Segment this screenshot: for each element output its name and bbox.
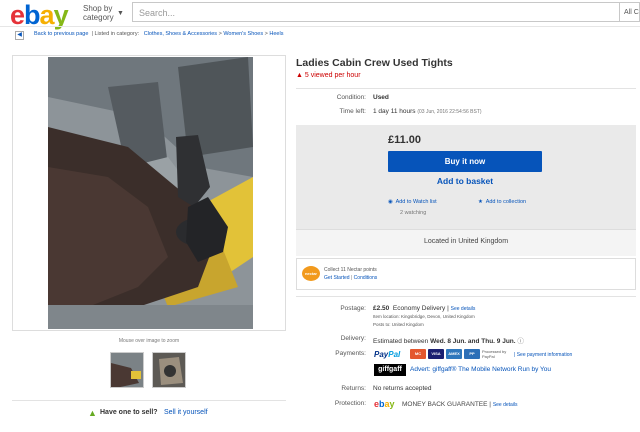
protection-label: Protection:: [334, 400, 366, 407]
watching-count: 2 watching: [400, 210, 427, 216]
add-to-watch-list-link[interactable]: ◉ Add to Watch list: [388, 199, 437, 205]
back-to-previous-link[interactable]: Back to previous page: [34, 31, 88, 37]
delivery-estimate: Estimated between Wed. 8 Jun. and Thu. 9…: [373, 335, 524, 345]
ebay-small-y: y: [389, 399, 395, 409]
time-left-value: 1 day 11 hours (03 Jun, 2016 22:54:56 BS…: [373, 108, 482, 115]
thumbnail-2[interactable]: [152, 352, 186, 388]
visa-icon: VISA: [428, 349, 444, 359]
breadcrumb-sep: >: [218, 31, 222, 37]
giffgaff-advert-link[interactable]: Advert: giffgaff® The Mobile Network Run…: [410, 366, 551, 373]
paypal-logo: PayPal: [374, 350, 400, 359]
postage-label: Postage:: [340, 305, 366, 312]
item-location: Located in United Kingdom: [423, 238, 509, 245]
time-left-date: (03 Jun, 2016 22:54:56 BST): [417, 109, 482, 115]
breadcrumb-womens-shoes[interactable]: Women's Shoes: [223, 31, 263, 37]
breadcrumb-heels[interactable]: Heels: [269, 31, 283, 37]
title-divider: [296, 88, 636, 89]
nectar-box: [296, 258, 636, 290]
thumbnail-1[interactable]: [110, 352, 144, 388]
price: £11.00: [388, 134, 422, 146]
money-back-guarantee: MONEY BACK GUARANTEE | See details: [402, 401, 518, 408]
viewed-per-hour: ▲ 5 viewed per hour: [296, 72, 361, 79]
category-select[interactable]: All C: [620, 2, 640, 22]
star-icon: ★: [478, 199, 483, 205]
flame-icon: ▲: [296, 72, 303, 79]
payments-label: Payments:: [335, 350, 366, 357]
payment-info-text: See payment information: [516, 352, 573, 358]
sell-divider: [12, 400, 286, 401]
back-arrow-icon[interactable]: ◀: [15, 31, 24, 40]
paypal-text-b: Pal: [388, 350, 401, 359]
payment-info-link[interactable]: | See payment information: [514, 352, 572, 358]
postage-price: £2.50: [373, 305, 390, 312]
thumbnail-2-image: [153, 353, 185, 387]
photo-illustration: [48, 57, 253, 329]
item-location-detail: Item location: Kingsbridge, Devon, Unite…: [373, 314, 475, 319]
add-to-collection-link[interactable]: ★ Add to collection: [478, 199, 526, 205]
condition-label: Condition:: [336, 94, 366, 101]
mastercard-icon: MC: [410, 349, 426, 359]
breadcrumb: Back to previous page | Listed in catego…: [34, 31, 283, 37]
info-icon[interactable]: ⓘ: [517, 338, 524, 345]
processed-by-paypal: Processed by PayPal: [482, 349, 507, 359]
delivery-dates: Wed. 8 Jun. and Thu. 9 Jun.: [430, 338, 516, 345]
guarantee-sep: |: [489, 401, 491, 408]
condition-value: Used: [373, 94, 389, 101]
paypal-text-a: Pay: [374, 350, 389, 359]
returns-label: Returns:: [341, 385, 366, 392]
postage-sep: |: [447, 305, 449, 312]
shop-by-line1: Shop by: [83, 4, 113, 13]
nectar-get-started-link[interactable]: Get Started: [324, 275, 350, 281]
watch-list-label: Add to Watch list: [395, 199, 437, 205]
guarantee-see-details-link[interactable]: See details: [493, 402, 518, 408]
ebay-guarantee-logo: ebay: [374, 399, 395, 409]
thumbnail-1-image: [111, 353, 143, 387]
thumbs-up-icon: ▲: [88, 408, 97, 418]
zoom-hint: Mouse over image to zoom: [118, 338, 180, 344]
add-to-basket-button[interactable]: Add to basket: [388, 176, 542, 186]
delivery-label: Delivery:: [340, 335, 366, 342]
buy-it-now-button[interactable]: Buy it now: [388, 151, 542, 172]
posts-to: Posts to: United Kingdom: [373, 322, 424, 327]
postage-see-details-link[interactable]: See details: [451, 306, 476, 312]
nectar-logo: nectar: [302, 266, 320, 281]
postage-service: Economy Delivery: [392, 305, 446, 312]
viewed-text: 5 viewed per hour: [304, 72, 361, 79]
listed-in-label: | Listed in category:: [91, 31, 140, 37]
returns-value: No returns accepted: [373, 385, 432, 392]
breadcrumb-sep: >: [264, 31, 268, 37]
breadcrumb-clothes[interactable]: Clothes, Shoes & Accessories: [144, 31, 217, 37]
header-divider: [0, 26, 640, 27]
main-product-photo[interactable]: [48, 57, 253, 329]
sell-prompt: Have one to sell?: [100, 409, 158, 416]
sell-it-yourself-link[interactable]: Sell it yourself: [164, 409, 208, 416]
collection-label: Add to collection: [485, 199, 527, 205]
time-left-duration: 1 day 11 hours: [373, 108, 416, 115]
nectar-sep: |: [350, 275, 353, 281]
chevron-down-icon: ▼: [117, 10, 124, 17]
nectar-points: Collect 11 Nectar points: [324, 267, 377, 273]
postage-row: £2.50 Economy Delivery | See details: [373, 305, 475, 312]
search-placeholder: Search...: [139, 8, 176, 18]
shop-by-category-button[interactable]: Shop by category ▼: [83, 4, 124, 22]
guarantee-text: MONEY BACK GUARANTEE: [402, 401, 488, 408]
time-left-label: Time left:: [339, 108, 367, 115]
search-input[interactable]: Search...: [132, 2, 620, 22]
giffgaff-logo[interactable]: giffgaff: [374, 364, 406, 376]
amex-icon: AMEX: [446, 349, 462, 359]
paypal-credit-icon: PP: [464, 349, 480, 359]
shop-by-line2: category: [83, 13, 114, 22]
delivery-text: Estimated between: [373, 338, 429, 345]
nectar-conditions-link[interactable]: Conditions: [354, 275, 378, 281]
nectar-links: Get Started | Conditions: [324, 275, 377, 281]
nectar-divider: [296, 296, 636, 297]
item-title: Ladies Cabin Crew Used Tights: [296, 57, 453, 69]
eye-icon: ◉: [388, 199, 393, 205]
